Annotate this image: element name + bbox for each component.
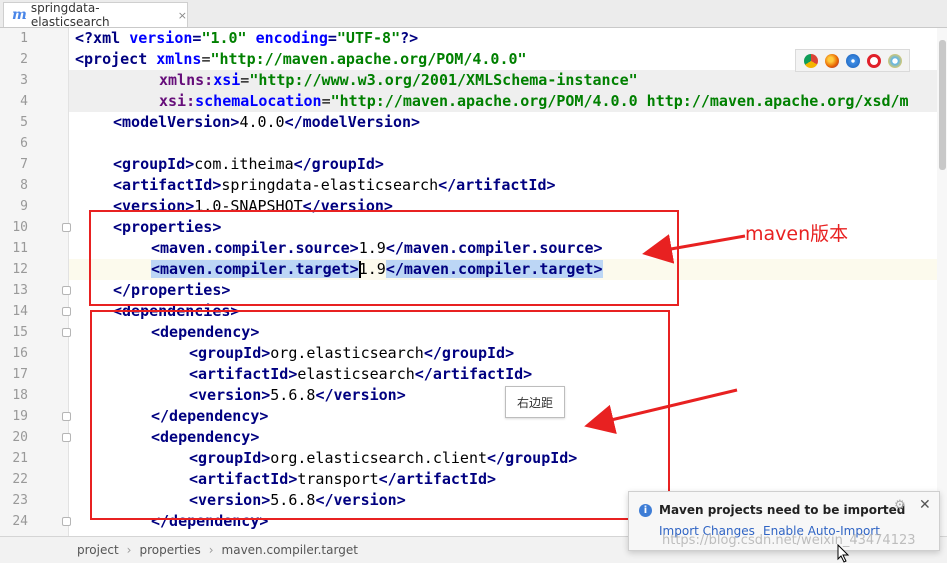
maven-version-annotation: maven版本 [745, 223, 849, 245]
line-number: 16 [12, 346, 28, 361]
line-number: 8 [20, 178, 28, 193]
line-number: 7 [20, 157, 28, 172]
annotation-arrows [584, 234, 746, 435]
line-number: 6 [20, 136, 28, 151]
line-number: 5 [20, 115, 28, 130]
line-number: 24 [12, 514, 28, 529]
right-margin-tooltip: 右边距 [505, 386, 565, 418]
line-number: 1 [20, 31, 28, 46]
line-number: 19 [12, 409, 28, 424]
arrow-to-dependencies [584, 388, 738, 435]
line-number: 9 [20, 199, 28, 214]
line-number: 18 [12, 388, 28, 403]
gear-icon[interactable]: ⚙ [894, 498, 906, 513]
line-number: 23 [12, 493, 28, 508]
mouse-cursor-icon [837, 544, 850, 563]
line-number: 22 [12, 472, 28, 487]
breadcrumb-separator: › [208, 543, 214, 557]
close-icon[interactable]: ✕ [919, 497, 931, 513]
line-number: 4 [20, 94, 28, 109]
line-number: 10 [12, 220, 28, 235]
breadcrumb-item-properties[interactable]: properties [139, 543, 200, 557]
info-icon: i [639, 504, 652, 517]
line-number: 20 [12, 430, 28, 445]
watermark: https://blog.csdn.net/weixin_43474123 [662, 533, 916, 548]
line-number: 2 [20, 52, 28, 67]
line-number: 15 [12, 325, 28, 340]
line-number: 14 [12, 304, 28, 319]
line-number: 3 [20, 73, 28, 88]
breadcrumb-separator: › [126, 543, 132, 557]
line-number: 17 [12, 367, 28, 382]
arrow-to-properties [642, 234, 746, 264]
breadcrumb-item-project[interactable]: project [77, 543, 119, 557]
line-number: 11 [12, 241, 28, 256]
line-number: 12 [12, 262, 28, 277]
line-number: 21 [12, 451, 28, 466]
line-number: 13 [12, 283, 28, 298]
notification-title: Maven projects need to be imported [659, 503, 906, 517]
breadcrumb-item-target[interactable]: maven.compiler.target [222, 543, 358, 557]
